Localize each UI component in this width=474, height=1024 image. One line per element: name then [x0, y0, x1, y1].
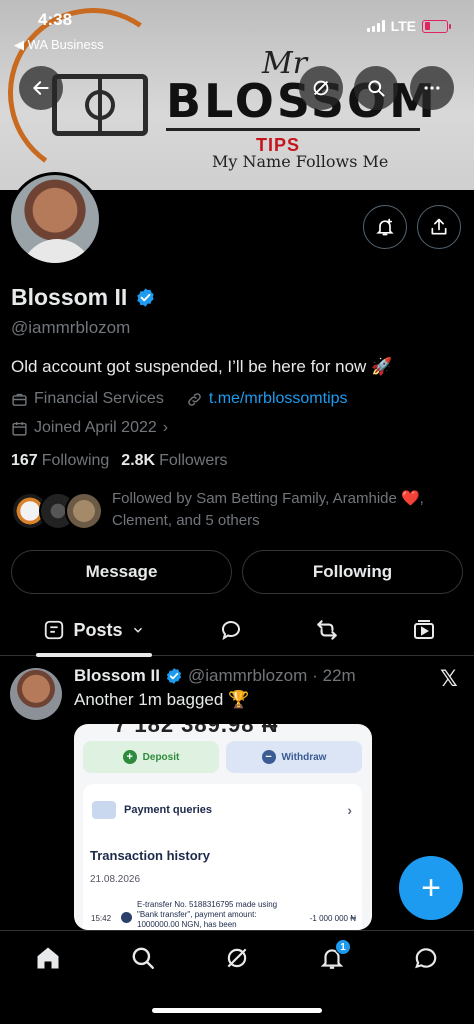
posts-icon	[45, 620, 64, 640]
followed-by-avatars[interactable]	[11, 492, 103, 532]
media-transaction-row: 15:42 E-transfer No. 5188316795 made usi…	[83, 892, 362, 930]
network-label: LTE	[390, 18, 416, 34]
post-avatar[interactable]	[10, 668, 62, 720]
compose-button[interactable]: +	[399, 856, 463, 920]
tab-posts-label: Posts	[73, 619, 123, 640]
back-button[interactable]	[19, 66, 63, 110]
search-icon	[132, 947, 154, 969]
plus-icon: +	[421, 868, 441, 907]
profile-bio: Old account got suspended, I’ll be here …	[11, 357, 393, 376]
nav-notifications[interactable]: 1	[317, 939, 351, 973]
post-header: Blossom II @iammrblozom · 22m	[74, 666, 356, 686]
post-author-name[interactable]: Blossom II	[74, 666, 160, 686]
message-button[interactable]: Message	[11, 550, 232, 594]
media-payment-queries: Payment queries	[124, 804, 213, 816]
notify-button[interactable]	[363, 205, 407, 249]
media-deposit: + Deposit	[83, 741, 219, 773]
share-icon	[431, 218, 447, 235]
reply-icon	[222, 621, 240, 641]
profile-link[interactable]: t.me/mrblossomtips	[209, 390, 348, 408]
followed-by-text[interactable]: Followed by Sam Betting Family, Aramhide…	[112, 488, 462, 532]
search-button[interactable]	[354, 66, 398, 110]
meta-row-2[interactable]: Joined April 2022 ›	[11, 419, 168, 437]
post-author-handle[interactable]: @iammrblozom	[188, 666, 307, 686]
back-app-label: WA Business	[27, 37, 104, 52]
banner-rule	[166, 128, 420, 131]
tab-media[interactable]	[410, 616, 438, 644]
share-button[interactable]	[417, 205, 461, 249]
following-button[interactable]: Following	[242, 550, 463, 594]
calendar-icon	[12, 421, 27, 436]
verified-badge-icon	[166, 668, 182, 684]
meta-row-1: Financial Services t.me/mrblossomtips	[11, 390, 348, 408]
notifications-badge: 1	[335, 939, 351, 955]
minus-icon	[121, 912, 132, 923]
follower-avatar	[65, 492, 103, 530]
status-time: 4:38	[38, 10, 73, 29]
chat-icon	[415, 948, 437, 969]
signal-icon	[366, 20, 385, 32]
chevron-right-icon: ›	[162, 419, 169, 436]
post-media-image[interactable]: 7 182 389.98 ₦ + Deposit − Withdraw Paymen…	[74, 724, 372, 930]
profile-joined: Joined April 2022	[34, 419, 157, 436]
football-pitch-icon	[52, 74, 148, 136]
nav-home[interactable]	[33, 943, 63, 973]
post-text: Another 1m bagged 🏆	[74, 690, 250, 709]
link-icon	[188, 392, 201, 406]
back-to-app-link[interactable]: ◀ WA Business	[14, 37, 104, 53]
media-transaction-history: Transaction history	[90, 848, 210, 863]
grok-button[interactable]	[299, 66, 343, 110]
display-name: Blossom II	[11, 284, 128, 310]
home-icon	[37, 947, 59, 969]
name-row: Blossom II	[11, 284, 156, 311]
banner-slogan: My Name Follows Me	[212, 152, 389, 171]
profile-category: Financial Services	[34, 390, 164, 407]
nav-search[interactable]	[128, 943, 158, 973]
chevron-right-icon: ›	[347, 802, 352, 818]
bell-plus-icon	[376, 218, 394, 236]
more-options-button[interactable]	[410, 66, 454, 110]
grok-icon	[227, 948, 247, 968]
repost-icon	[317, 620, 337, 640]
arrow-left-icon	[33, 81, 49, 95]
more-icon	[424, 86, 440, 90]
tab-reposts[interactable]	[313, 616, 341, 644]
profile-avatar[interactable]	[8, 172, 102, 266]
x-logo-icon: 𝕏	[440, 666, 458, 691]
nav-grok[interactable]	[222, 943, 252, 973]
tab-replies[interactable]	[217, 616, 245, 644]
followers-stat[interactable]: 2.8K Followers	[121, 452, 227, 470]
post-time: · 22m	[312, 666, 356, 685]
media-withdraw: − Withdraw	[226, 741, 362, 773]
profile-handle: @iammrblozom	[11, 318, 131, 337]
search-icon	[368, 80, 385, 97]
wallet-icon	[92, 801, 116, 819]
media-balance: 7 182 389.98 ₦	[114, 724, 279, 737]
battery-icon	[422, 19, 451, 33]
follow-stats: 167 Following 2.8K Followers	[11, 452, 228, 470]
tab-posts[interactable]: Posts	[30, 604, 158, 657]
home-indicator	[152, 1008, 322, 1013]
profile-tabs: Posts	[0, 604, 474, 657]
briefcase-icon	[12, 393, 27, 406]
media-date: 21.08.2026	[90, 874, 141, 885]
following-stat[interactable]: 167 Following	[11, 452, 109, 470]
verified-badge-icon[interactable]	[135, 287, 156, 308]
chevron-down-icon	[133, 627, 142, 633]
video-icon	[414, 620, 434, 639]
grok-icon	[313, 80, 329, 96]
nav-messages[interactable]	[411, 943, 441, 973]
status-indicators: LTE	[366, 18, 451, 34]
